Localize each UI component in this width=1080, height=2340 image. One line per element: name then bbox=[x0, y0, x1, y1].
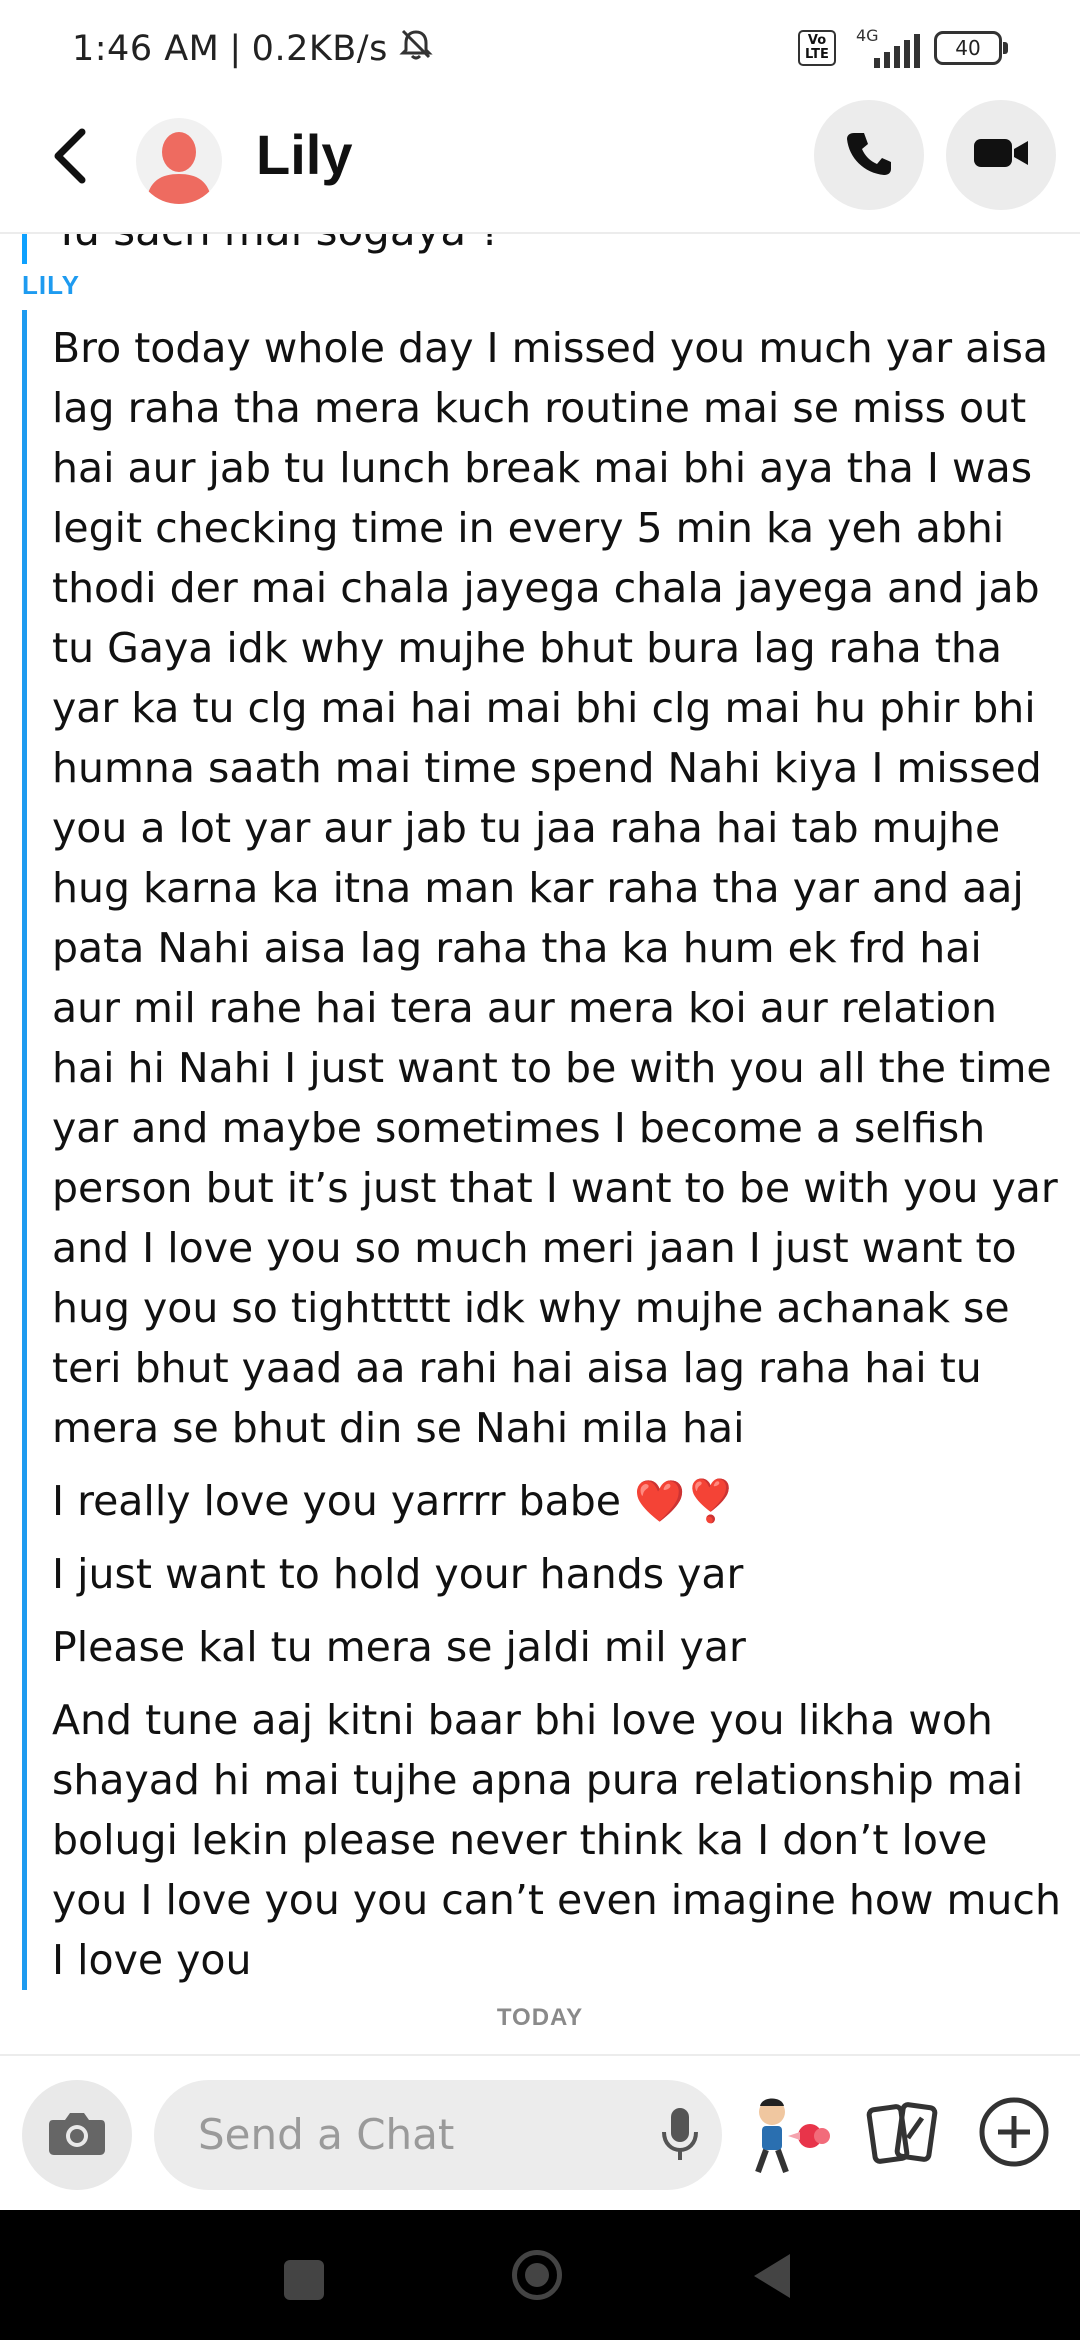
sender-label: LILY bbox=[22, 270, 80, 300]
message-bubble[interactable]: Bro today whole day I missed you much ya… bbox=[52, 318, 1062, 1458]
status-separator: | bbox=[229, 28, 242, 69]
camera-button[interactable] bbox=[22, 2080, 132, 2190]
mute-alarm-icon bbox=[398, 26, 434, 71]
video-camera-icon bbox=[972, 133, 1030, 177]
chat-input[interactable]: Send a Chat bbox=[154, 2080, 722, 2190]
avatar[interactable] bbox=[136, 118, 222, 204]
recents-icon[interactable] bbox=[284, 2260, 324, 2300]
chat-header: Lily bbox=[0, 100, 1080, 234]
previous-message-bar bbox=[22, 234, 27, 264]
message-list: Bro today whole day I missed you much ya… bbox=[52, 318, 1062, 2003]
signal-icon: 4G bbox=[850, 26, 920, 68]
home-icon[interactable] bbox=[512, 2250, 562, 2300]
volte-badge: Vo LTE bbox=[798, 30, 836, 66]
nav-back-icon[interactable] bbox=[754, 2254, 790, 2298]
status-left: 1:46 AM | 0.2KB/s bbox=[72, 26, 434, 71]
video-call-button[interactable] bbox=[946, 100, 1056, 210]
status-bar: 1:46 AM | 0.2KB/s Vo LTE 4G 40 bbox=[0, 0, 1080, 100]
plus-icon[interactable] bbox=[978, 2096, 1050, 2168]
composer-bar: Send a Chat bbox=[0, 2054, 1080, 2212]
message-bubble[interactable]: I just want to hold your hands yar bbox=[52, 1544, 1062, 1604]
chat-area[interactable]: Tu sach mai sogaya ? LILY Bro today whol… bbox=[0, 234, 1080, 2054]
chat-input-placeholder[interactable]: Send a Chat bbox=[198, 2110, 454, 2159]
message-bubble[interactable]: I really love you yarrrr babe ❤️❣️ bbox=[52, 1471, 1062, 1531]
battery-icon: 40 bbox=[934, 31, 1008, 65]
message-bubble[interactable]: Please kal tu mera se jaldi mil yar bbox=[52, 1617, 1062, 1677]
contact-name[interactable]: Lily bbox=[256, 122, 352, 187]
sender-accent-bar bbox=[22, 310, 27, 1990]
previous-message-partial: Tu sach mai sogaya ? bbox=[54, 234, 502, 255]
status-right: Vo LTE 4G 40 bbox=[798, 26, 1008, 68]
back-chevron-icon[interactable] bbox=[48, 126, 92, 186]
day-divider: TODAY bbox=[496, 2004, 584, 2031]
phone-icon bbox=[844, 128, 894, 182]
call-button[interactable] bbox=[814, 100, 924, 210]
status-speed: 0.2KB/s bbox=[251, 28, 388, 69]
camera-icon bbox=[47, 2108, 107, 2162]
microphone-icon[interactable] bbox=[660, 2106, 700, 2164]
system-nav-bar bbox=[0, 2210, 1080, 2340]
cards-icon[interactable] bbox=[866, 2096, 940, 2170]
status-time: 1:46 AM bbox=[72, 28, 220, 69]
bitmoji-icon[interactable] bbox=[744, 2092, 834, 2178]
message-bubble[interactable]: And tune aaj kitni baar bhi love you lik… bbox=[52, 1690, 1062, 1990]
